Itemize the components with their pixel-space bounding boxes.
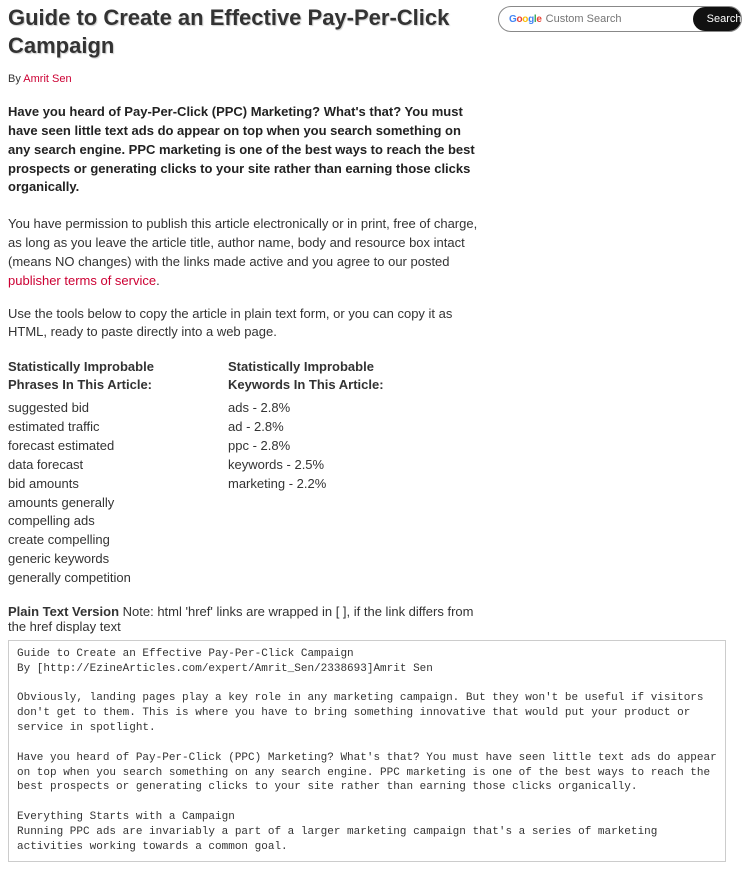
ptv-bold: Plain Text Version (8, 604, 119, 619)
search-input[interactable] (542, 13, 692, 25)
phrases-heading: Statistically Improbable Phrases In This… (8, 358, 208, 393)
search-button[interactable]: Search (693, 7, 742, 31)
keyword-item: ads - 2.8% (228, 399, 428, 418)
google-logo-icon: Google (499, 14, 542, 25)
page-title: Guide to Create an Effective Pay-Per-Cli… (8, 4, 486, 59)
keyword-item: keywords - 2.5% (228, 456, 428, 475)
phrase-item: compelling ads (8, 512, 208, 531)
search-box: Google Search (498, 6, 742, 32)
keyword-item: ad - 2.8% (228, 418, 428, 437)
phrase-item: amounts generally (8, 494, 208, 513)
phrase-item: bid amounts (8, 475, 208, 494)
phrase-item: create compelling (8, 531, 208, 550)
phrase-item: forecast estimated (8, 437, 208, 456)
byline: By Amrit Sen (8, 73, 486, 85)
keyword-item: marketing - 2.2% (228, 475, 428, 494)
phrase-item: suggested bid (8, 399, 208, 418)
keywords-heading: Statistically Improbable Keywords In Thi… (228, 358, 428, 393)
byline-prefix: By (8, 73, 23, 85)
permission-text-pre: You have permission to publish this arti… (8, 216, 477, 269)
keyword-item: ppc - 2.8% (228, 437, 428, 456)
publisher-terms-link[interactable]: publisher terms of service (8, 273, 156, 288)
keywords-column: Statistically Improbable Keywords In Thi… (228, 358, 428, 588)
phrase-item: data forecast (8, 456, 208, 475)
stats-section: Statistically Improbable Phrases In This… (8, 358, 486, 588)
phrases-column: Statistically Improbable Phrases In This… (8, 358, 208, 588)
phrase-item: estimated traffic (8, 418, 208, 437)
intro-paragraph: Have you heard of Pay-Per-Click (PPC) Ma… (8, 103, 486, 197)
permission-text-post: . (156, 273, 160, 288)
author-link[interactable]: Amrit Sen (23, 73, 71, 85)
phrase-item: generally competition (8, 569, 208, 588)
permission-paragraph: You have permission to publish this arti… (8, 215, 486, 290)
phrase-item: generic keywords (8, 550, 208, 569)
plain-text-version-label: Plain Text Version Note: html 'href' lin… (8, 604, 486, 634)
tools-paragraph: Use the tools below to copy the article … (8, 305, 486, 343)
